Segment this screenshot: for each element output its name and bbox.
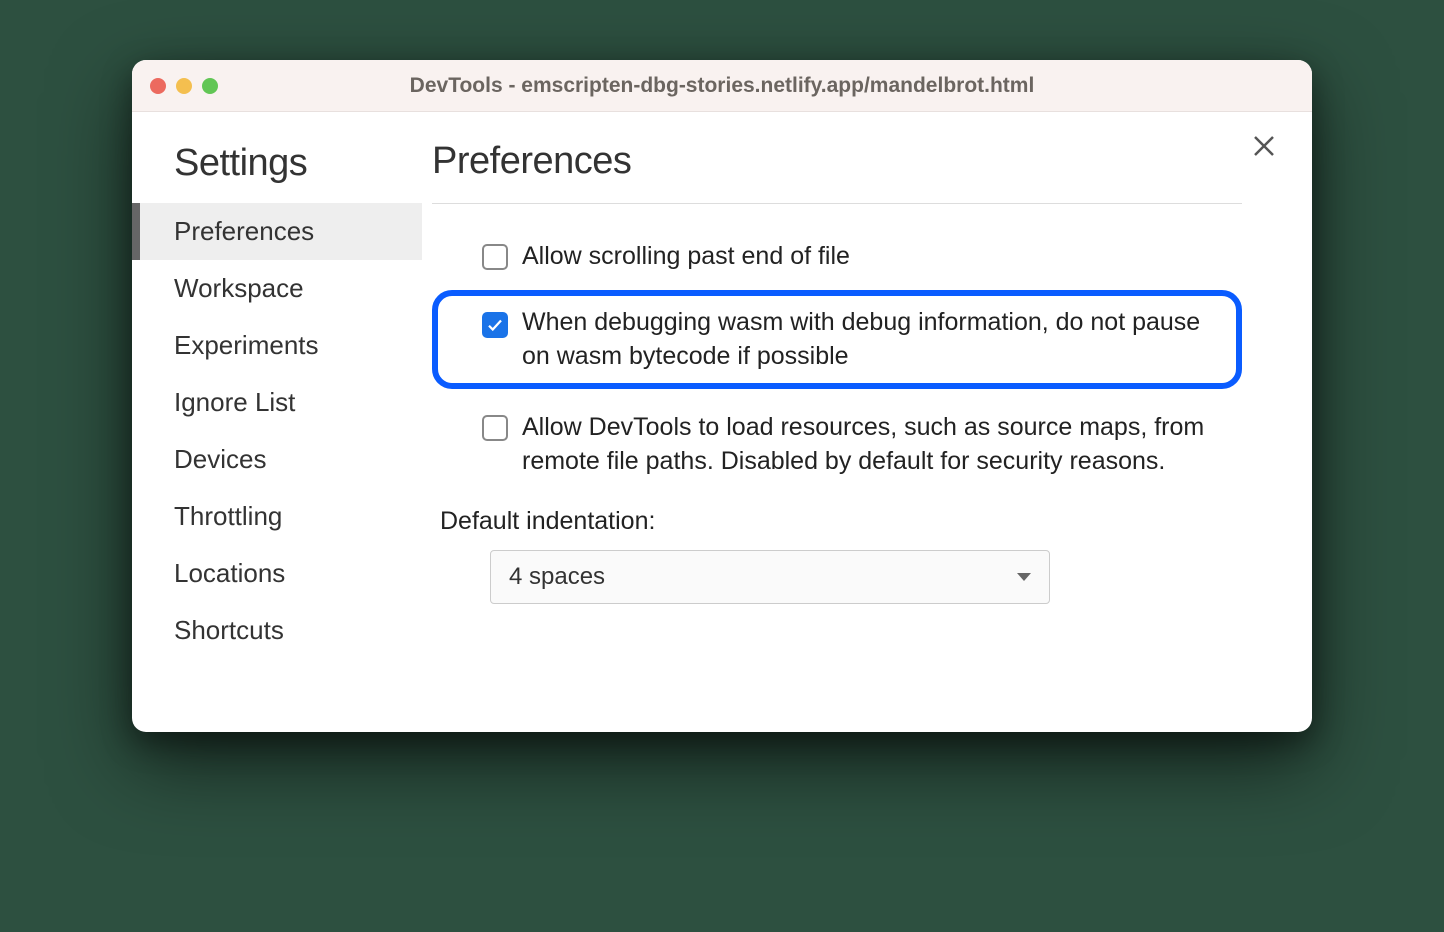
checkbox-label: Allow scrolling past end of file: [522, 240, 850, 274]
preference-option: Allow scrolling past end of file: [432, 232, 1242, 282]
checkbox[interactable]: [482, 244, 508, 270]
check-icon: [486, 316, 504, 334]
select-value: 4 spaces: [509, 563, 605, 591]
sidebar-item-shortcuts[interactable]: Shortcuts: [132, 602, 422, 659]
sidebar-item-throttling[interactable]: Throttling: [132, 488, 422, 545]
traffic-lights: [150, 78, 218, 94]
sidebar-item-experiments[interactable]: Experiments: [132, 317, 422, 374]
minimize-window-button[interactable]: [176, 78, 192, 94]
window-body: Settings PreferencesWorkspaceExperiments…: [132, 112, 1312, 732]
preferences-panel: Preferences Allow scrolling past end of …: [422, 112, 1312, 732]
preference-option: When debugging wasm with debug informati…: [432, 290, 1242, 390]
sidebar-item-workspace[interactable]: Workspace: [132, 260, 422, 317]
default-indentation-label: Default indentation:: [440, 507, 1242, 536]
default-indentation-select[interactable]: 4 spaces: [490, 550, 1050, 604]
sidebar-title: Settings: [132, 142, 422, 203]
page-title: Preferences: [432, 140, 1242, 204]
maximize-window-button[interactable]: [202, 78, 218, 94]
sidebar-item-devices[interactable]: Devices: [132, 431, 422, 488]
sidebar-item-ignore-list[interactable]: Ignore List: [132, 374, 422, 431]
checkbox[interactable]: [482, 312, 508, 338]
sidebar-item-preferences[interactable]: Preferences: [132, 203, 422, 260]
close-window-button[interactable]: [150, 78, 166, 94]
preference-option: Allow DevTools to load resources, such a…: [432, 403, 1242, 487]
checkbox-label: Allow DevTools to load resources, such a…: [522, 411, 1242, 479]
close-icon: [1252, 134, 1276, 158]
checkbox-label: When debugging wasm with debug informati…: [522, 306, 1218, 374]
devtools-settings-window: DevTools - emscripten-dbg-stories.netlif…: [132, 60, 1312, 732]
settings-sidebar: Settings PreferencesWorkspaceExperiments…: [132, 112, 422, 732]
sidebar-item-locations[interactable]: Locations: [132, 545, 422, 602]
window-title: DevTools - emscripten-dbg-stories.netlif…: [132, 74, 1312, 98]
close-settings-button[interactable]: [1252, 134, 1276, 164]
chevron-down-icon: [1017, 573, 1031, 581]
checkbox[interactable]: [482, 415, 508, 441]
titlebar: DevTools - emscripten-dbg-stories.netlif…: [132, 60, 1312, 112]
